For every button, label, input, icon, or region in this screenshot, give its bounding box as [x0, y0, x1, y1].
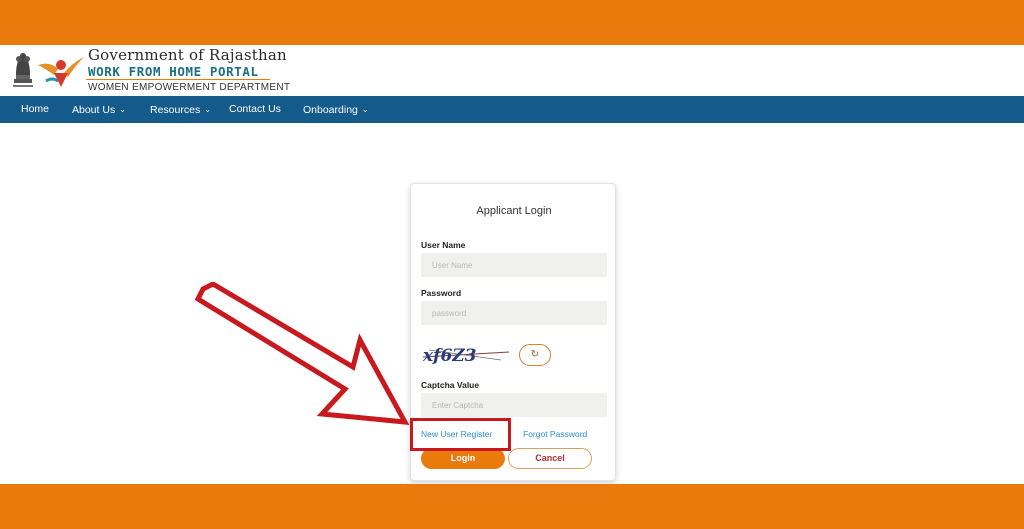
- captcha-image: xf6Z3: [422, 346, 510, 366]
- nav-resources[interactable]: Resources ⌄: [150, 96, 211, 123]
- password-label: Password: [421, 288, 462, 298]
- cancel-button[interactable]: Cancel: [508, 448, 592, 469]
- nav-resources-label: Resources: [150, 104, 201, 116]
- main-navbar: Home About Us ⌄ Resources ⌄ Contact Us Onb…: [0, 96, 1024, 123]
- captcha-label: Captcha Value: [421, 380, 480, 390]
- nav-home[interactable]: Home: [21, 96, 49, 123]
- nav-contact-us-label: Contact Us: [229, 103, 281, 115]
- chevron-down-icon: ⌄: [361, 105, 369, 114]
- captcha-input[interactable]: [421, 393, 607, 417]
- forgot-password-link[interactable]: Forgot Password: [523, 429, 587, 439]
- header-divider: [86, 79, 270, 80]
- username-label: User Name: [421, 240, 466, 250]
- top-orange-band: [0, 0, 1024, 45]
- login-button[interactable]: Login: [421, 448, 505, 469]
- government-title: Government of Rajasthan: [88, 46, 287, 64]
- password-input[interactable]: [421, 301, 607, 325]
- nav-about-us[interactable]: About Us ⌄: [72, 96, 126, 123]
- nav-onboarding[interactable]: Onboarding ⌄: [303, 96, 369, 123]
- state-emblem-icon: [13, 53, 33, 87]
- nav-onboarding-label: Onboarding: [303, 104, 358, 116]
- nav-contact-us[interactable]: Contact Us: [229, 96, 281, 123]
- portal-title: WORK FROM HOME PORTAL: [88, 64, 259, 79]
- nav-about-us-label: About Us: [72, 104, 116, 116]
- annotation-arrow-icon: [195, 282, 410, 425]
- chevron-down-icon: ⌄: [119, 105, 126, 114]
- department-title: WOMEN EMPOWERMENT DEPARTMENT: [88, 82, 291, 93]
- chevron-down-icon: ⌄: [204, 105, 211, 114]
- username-input[interactable]: [421, 253, 607, 277]
- annotation-highlight-box: [410, 418, 511, 451]
- wfh-portal-logo-icon: [38, 57, 84, 87]
- bottom-orange-band: [0, 484, 1024, 529]
- captcha-text: xf6Z3: [422, 346, 477, 366]
- refresh-icon: ↻: [530, 349, 540, 360]
- login-title: Applicant Login: [476, 205, 552, 217]
- site-header: Government of Rajasthan WORK FROM HOME P…: [0, 45, 1024, 96]
- nav-home-label: Home: [21, 103, 50, 115]
- refresh-captcha-button[interactable]: ↻: [519, 344, 551, 366]
